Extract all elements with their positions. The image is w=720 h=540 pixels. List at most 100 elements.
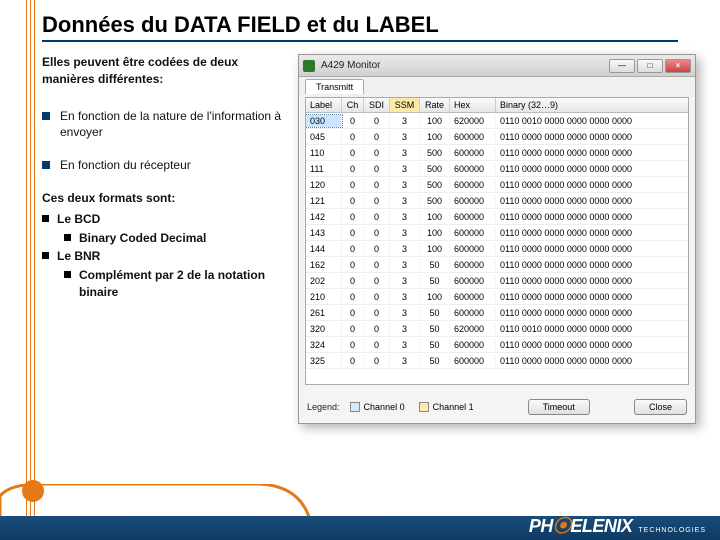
cell-bin: 0110 0000 0000 0000 0000 0000: [496, 275, 688, 287]
bullet-icon: [64, 234, 71, 241]
swatch-icon: [419, 402, 429, 412]
table-row[interactable]: 1430031006000000110 0000 0000 0000 0000 …: [306, 225, 688, 241]
cell-ssm: 3: [390, 355, 420, 367]
format-item: Le BCD: [42, 211, 282, 228]
table-row[interactable]: 0300031006200000110 0010 0000 0000 0000 …: [306, 113, 688, 129]
cell-label: 324: [306, 339, 342, 351]
cell-ssm: 3: [390, 163, 420, 175]
cell-bin: 0110 0010 0000 0000 0000 0000: [496, 115, 688, 127]
window-close-button[interactable]: ×: [665, 59, 691, 73]
app-icon: [303, 60, 315, 72]
cell-hex: 600000: [450, 147, 496, 159]
legend-channel0: Channel 0: [350, 402, 405, 412]
col-rate[interactable]: Rate: [420, 98, 450, 112]
cell-sdi: 0: [364, 339, 390, 351]
cell-sdi: 0: [364, 243, 390, 255]
cell-ch: 0: [342, 179, 364, 191]
cell-label: 143: [306, 227, 342, 239]
table-row[interactable]: 202003506000000110 0000 0000 0000 0000 0…: [306, 273, 688, 289]
bullet-icon: [42, 215, 49, 222]
cell-label: 110: [306, 147, 342, 159]
cell-ssm: 3: [390, 147, 420, 159]
cell-rate: 50: [420, 339, 450, 351]
cell-bin: 0110 0000 0000 0000 0000 0000: [496, 163, 688, 175]
cell-label: 162: [306, 259, 342, 271]
cell-bin: 0110 0000 0000 0000 0000 0000: [496, 307, 688, 319]
cell-bin: 0110 0000 0000 0000 0000 0000: [496, 131, 688, 143]
table-row[interactable]: 1420031006000000110 0000 0000 0000 0000 …: [306, 209, 688, 225]
table-row[interactable]: 320003506200000110 0010 0000 0000 0000 0…: [306, 321, 688, 337]
cell-ssm: 3: [390, 227, 420, 239]
cell-ssm: 3: [390, 259, 420, 271]
col-hex[interactable]: Hex: [450, 98, 496, 112]
logo-tagline: TECHNOLOGIES: [638, 527, 706, 534]
grid-header-row: Label Ch SDI SSM Rate Hex Binary (32…9): [306, 98, 688, 113]
col-ch[interactable]: Ch: [342, 98, 364, 112]
cell-rate: 500: [420, 163, 450, 175]
cell-rate: 500: [420, 147, 450, 159]
bullet-icon: [42, 112, 50, 120]
cell-hex: 600000: [450, 355, 496, 367]
cell-ssm: 3: [390, 115, 420, 127]
data-grid[interactable]: Label Ch SDI SSM Rate Hex Binary (32…9) …: [305, 97, 689, 385]
cell-ssm: 3: [390, 131, 420, 143]
table-row[interactable]: 1200035006000000110 0000 0000 0000 0000 …: [306, 177, 688, 193]
close-button[interactable]: Close: [634, 399, 687, 415]
bullet-icon: [64, 271, 71, 278]
table-row[interactable]: 1110035006000000110 0000 0000 0000 0000 …: [306, 161, 688, 177]
cell-rate: 100: [420, 211, 450, 223]
cell-sdi: 0: [364, 147, 390, 159]
cell-bin: 0110 0000 0000 0000 0000 0000: [496, 259, 688, 271]
cell-sdi: 0: [364, 227, 390, 239]
cell-label: 030: [306, 115, 342, 127]
table-row[interactable]: 1100035006000000110 0000 0000 0000 0000 …: [306, 145, 688, 161]
page-title: Données du DATA FIELD et du LABEL: [42, 12, 439, 38]
minimize-button[interactable]: —: [609, 59, 635, 73]
cell-hex: 600000: [450, 195, 496, 207]
table-row[interactable]: 1440031006000000110 0000 0000 0000 0000 …: [306, 241, 688, 257]
cell-sdi: 0: [364, 179, 390, 191]
cell-label: 142: [306, 211, 342, 223]
cell-ch: 0: [342, 339, 364, 351]
cell-rate: 100: [420, 227, 450, 239]
maximize-button[interactable]: □: [637, 59, 663, 73]
table-row[interactable]: 261003506000000110 0000 0000 0000 0000 0…: [306, 305, 688, 321]
cell-ssm: 3: [390, 275, 420, 287]
title-underline: [42, 40, 678, 42]
cell-hex: 600000: [450, 275, 496, 287]
cell-label: 120: [306, 179, 342, 191]
cell-ch: 0: [342, 323, 364, 335]
cell-sdi: 0: [364, 211, 390, 223]
table-row[interactable]: 325003506000000110 0000 0000 0000 0000 0…: [306, 353, 688, 369]
cell-rate: 100: [420, 243, 450, 255]
cell-sdi: 0: [364, 291, 390, 303]
cell-ssm: 3: [390, 179, 420, 191]
table-row[interactable]: 324003506000000110 0000 0000 0000 0000 0…: [306, 337, 688, 353]
legend-label: Legend:: [307, 402, 340, 412]
cell-hex: 620000: [450, 115, 496, 127]
col-ssm[interactable]: SSM: [390, 98, 420, 112]
window-titlebar[interactable]: A429 Monitor — □ ×: [299, 55, 695, 77]
cell-hex: 600000: [450, 131, 496, 143]
table-row[interactable]: 1210035006000000110 0000 0000 0000 0000 …: [306, 193, 688, 209]
timeout-button[interactable]: Timeout: [528, 399, 590, 415]
cell-ssm: 3: [390, 339, 420, 351]
format-name: Le BNR: [57, 248, 100, 265]
cell-rate: 50: [420, 323, 450, 335]
table-row[interactable]: 162003506000000110 0000 0000 0000 0000 0…: [306, 257, 688, 273]
col-label[interactable]: Label: [306, 98, 342, 112]
table-row[interactable]: 2100031006000000110 0000 0000 0000 0000 …: [306, 289, 688, 305]
col-binary[interactable]: Binary (32…9): [496, 98, 688, 112]
cell-ssm: 3: [390, 243, 420, 255]
cell-rate: 100: [420, 115, 450, 127]
legend-channel1: Channel 1: [419, 402, 474, 412]
tab-transmit[interactable]: Transmitt: [305, 79, 364, 94]
cell-ch: 0: [342, 195, 364, 207]
cell-ch: 0: [342, 355, 364, 367]
table-row[interactable]: 0450031006000000110 0000 0000 0000 0000 …: [306, 129, 688, 145]
col-sdi[interactable]: SDI: [364, 98, 390, 112]
cell-label: 045: [306, 131, 342, 143]
format-sub: Complément par 2 de la notation binaire: [64, 267, 282, 301]
cell-bin: 0110 0000 0000 0000 0000 0000: [496, 227, 688, 239]
cell-rate: 50: [420, 307, 450, 319]
